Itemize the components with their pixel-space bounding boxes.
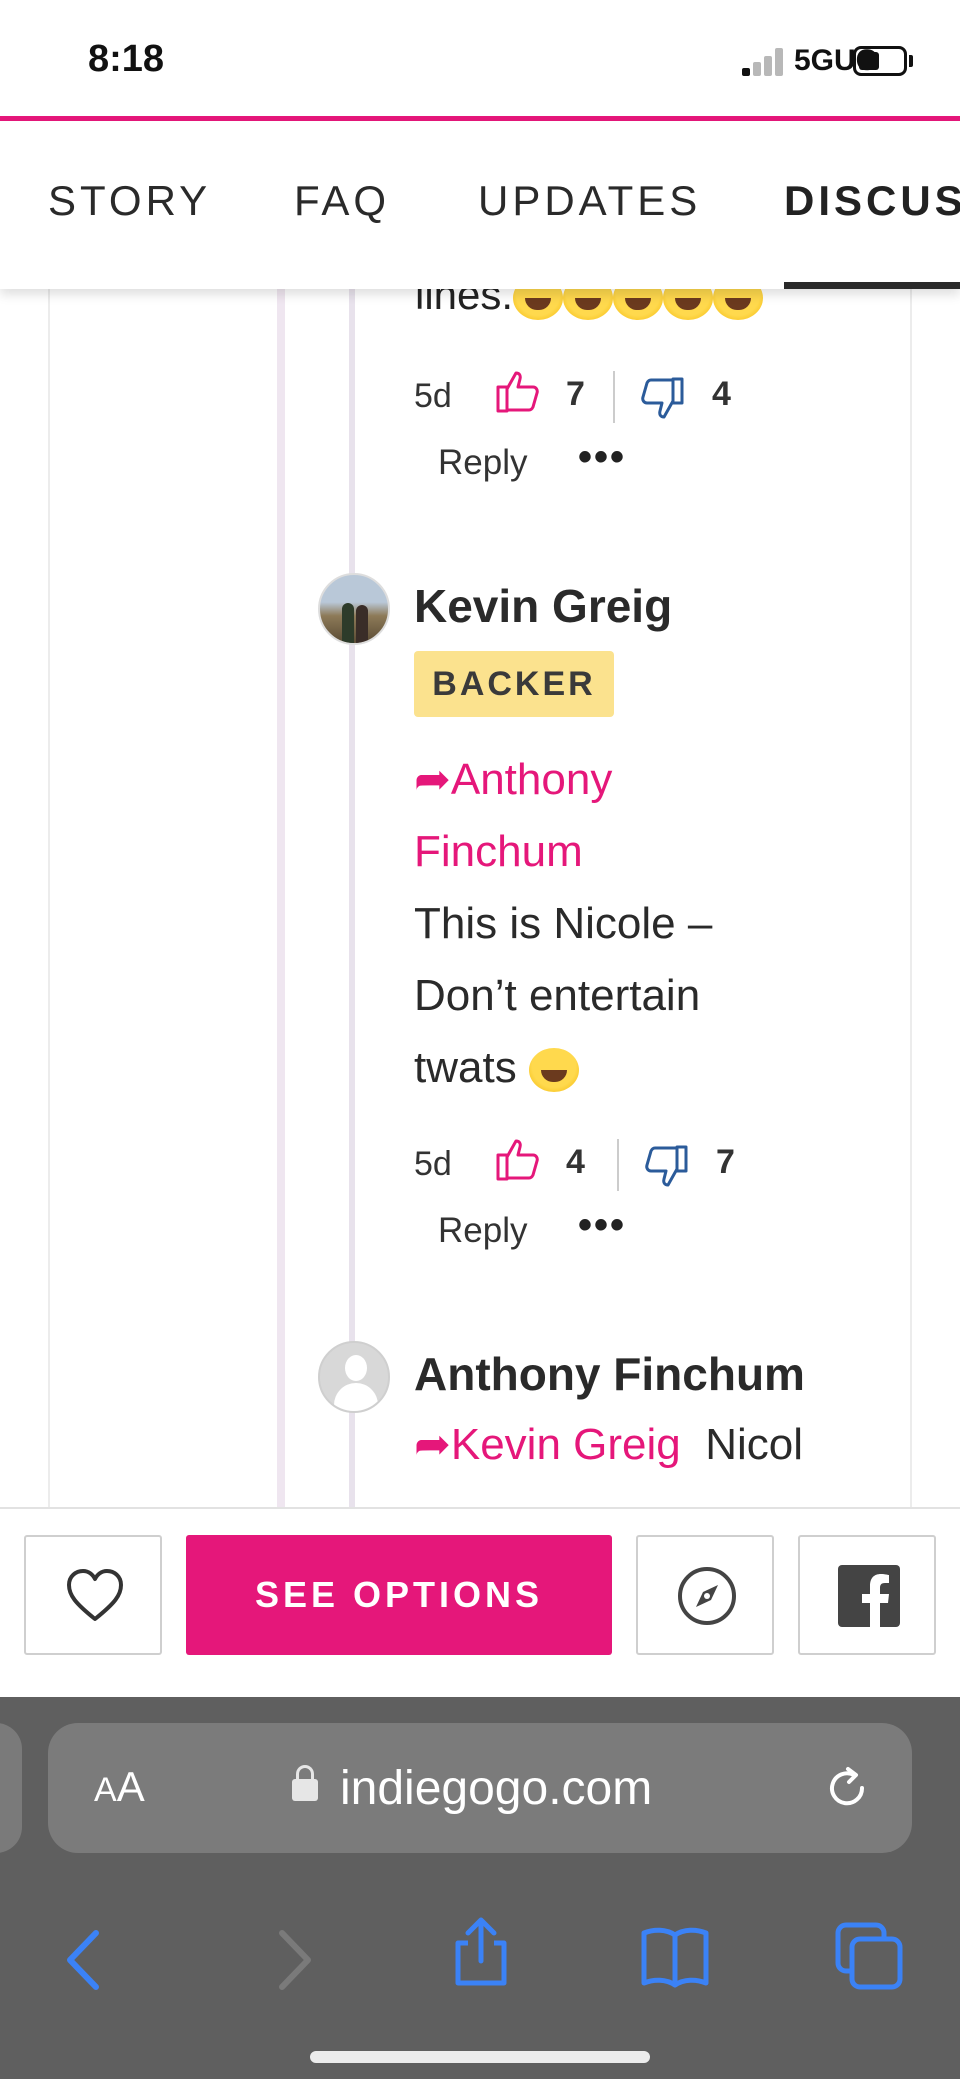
comment-age: 5d xyxy=(414,377,452,415)
follow-button[interactable] xyxy=(24,1535,162,1655)
comment-author[interactable]: Anthony Finchum xyxy=(414,1347,805,1401)
thumbs-up-icon[interactable] xyxy=(494,1135,542,1183)
comment-author[interactable]: Kevin Greig xyxy=(414,579,672,633)
comments-thread: lines. 5d 7 4 Reply ••• Kevin Greig BACK… xyxy=(0,289,960,1507)
facebook-share-button[interactable] xyxy=(798,1535,936,1655)
forward-icon[interactable] xyxy=(256,1925,326,1995)
lock-icon xyxy=(292,1765,318,1801)
previous-tab-peek[interactable] xyxy=(0,1723,22,1853)
browser-toolbar xyxy=(0,1887,960,2079)
thread-line xyxy=(277,289,285,1507)
facebook-icon xyxy=(838,1565,900,1627)
thumbs-down-icon[interactable] xyxy=(642,1143,690,1191)
explore-button[interactable] xyxy=(636,1535,774,1655)
back-icon[interactable] xyxy=(52,1925,122,1995)
laughing-emoji-icon xyxy=(513,289,564,320)
active-tab-indicator xyxy=(784,282,960,289)
laughing-emoji-icon xyxy=(713,289,764,320)
reply-link[interactable]: Reply xyxy=(438,1211,527,1251)
mention-link[interactable]: ➦Anthony Finchum xyxy=(414,744,814,888)
signal-icon xyxy=(742,48,784,76)
reload-icon[interactable] xyxy=(824,1765,870,1811)
reply-link[interactable]: Reply xyxy=(438,443,527,483)
thread-line xyxy=(349,289,355,1507)
tab-story[interactable]: STORY xyxy=(48,177,211,225)
comment-text-partial: lines. xyxy=(415,289,764,320)
share-icon[interactable] xyxy=(446,1917,516,1987)
thumbs-up-icon[interactable] xyxy=(494,367,542,415)
comment-text: ➦Anthony Finchum This is Nicole – Don’t e… xyxy=(414,744,814,1104)
tabs-icon[interactable] xyxy=(834,1921,904,1991)
dislike-count: 4 xyxy=(712,375,731,413)
tab-discussion[interactable]: DISCUS xyxy=(784,177,960,225)
status-time: 8:18 xyxy=(88,38,165,80)
laughing-emoji-icon xyxy=(563,289,614,320)
tab-updates[interactable]: UPDATES xyxy=(478,177,701,225)
mention-link[interactable]: ➦Kevin Greig xyxy=(414,1420,681,1469)
more-options-button[interactable]: ••• xyxy=(578,435,626,480)
browser-address-area: AA indiegogo.com xyxy=(0,1697,960,1887)
campaign-tabs: STORY FAQ UPDATES DISCUS xyxy=(0,121,960,289)
status-bar: 8:18 5GUC xyxy=(0,0,960,118)
laughing-emoji-icon xyxy=(663,289,714,320)
comment-text: ➦Kevin Greig Nicol xyxy=(414,1420,803,1469)
home-indicator[interactable] xyxy=(310,2051,650,2063)
laughing-emoji-icon xyxy=(528,1048,579,1093)
bookmarks-icon[interactable] xyxy=(640,1921,710,1991)
more-options-button[interactable]: ••• xyxy=(578,1203,626,1248)
like-count: 7 xyxy=(566,375,585,413)
compass-icon xyxy=(678,1567,736,1625)
campaign-action-bar: SEE OPTIONS xyxy=(0,1507,960,1697)
comment-age: 5d xyxy=(414,1145,452,1183)
address-bar[interactable]: AA indiegogo.com xyxy=(48,1723,912,1853)
like-count: 4 xyxy=(566,1143,585,1181)
avatar[interactable] xyxy=(318,573,390,645)
thumbs-down-icon[interactable] xyxy=(638,375,686,423)
backer-badge: BACKER xyxy=(414,651,614,717)
battery-icon xyxy=(853,46,907,76)
url-domain[interactable]: indiegogo.com xyxy=(340,1761,652,1816)
avatar[interactable] xyxy=(318,1341,390,1413)
dislike-count: 7 xyxy=(716,1143,735,1181)
see-options-button[interactable]: SEE OPTIONS xyxy=(186,1535,612,1655)
laughing-emoji-icon xyxy=(613,289,664,320)
text-size-button[interactable]: AA xyxy=(94,1763,145,1811)
heart-icon xyxy=(67,1569,123,1621)
tab-faq[interactable]: FAQ xyxy=(294,177,390,225)
